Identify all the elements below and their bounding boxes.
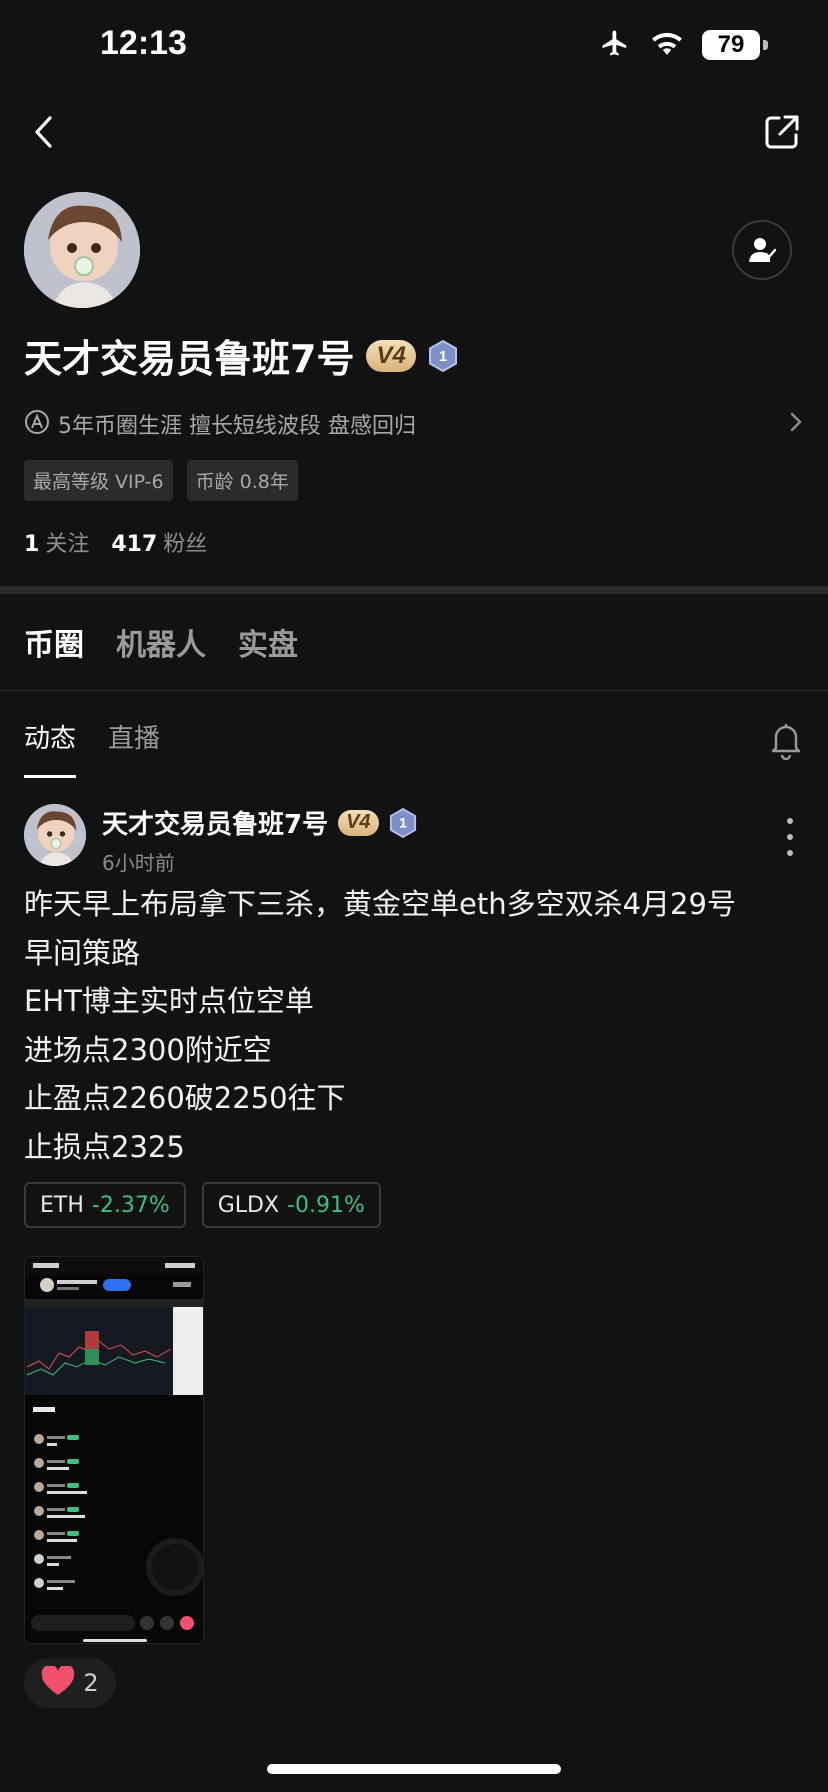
post-level-badge: V4	[338, 809, 379, 836]
tab-robot[interactable]: 机器人	[116, 620, 206, 664]
chevron-left-icon	[35, 116, 52, 148]
ticker-chips: ETH -2.37% GLDX -0.91%	[24, 1182, 381, 1228]
more-options-button[interactable]	[784, 818, 796, 856]
followers-stat[interactable]: 417 粉丝	[111, 526, 207, 558]
avatar[interactable]	[24, 192, 140, 308]
vip-level-tag: 最高等级 VIP-6	[24, 460, 173, 501]
section-divider	[0, 586, 828, 594]
tab-livestream[interactable]: 直播	[108, 718, 160, 778]
rank-badge-icon: 1	[428, 339, 458, 372]
share-icon	[765, 115, 799, 149]
bio-text: 5年币圈生涯 擅长短线波段 盘感回归	[58, 414, 416, 439]
more-dot	[787, 850, 793, 856]
wifi-icon	[650, 29, 684, 61]
post-text: 昨天早上布局拿下三杀，黄金空单eth多空双杀4月29号 早间策路 EHT博主实时…	[24, 880, 814, 1171]
post-header: 天才交易员鲁班7号 V4 1 6小时前	[102, 804, 417, 876]
main-tabs: 币圈 机器人 实盘	[24, 620, 298, 664]
post-author-avatar[interactable]	[24, 804, 86, 866]
bio-icon	[24, 409, 50, 439]
tab-feed[interactable]: 动态	[24, 718, 77, 778]
battery-tip	[763, 40, 768, 50]
profile-name-row: 天才交易员鲁班7号 V4 1	[24, 328, 458, 383]
rank-badge-number: 1	[439, 348, 447, 365]
battery-indicator: 79	[702, 30, 768, 60]
more-dot	[787, 834, 793, 840]
bell-icon	[771, 724, 801, 761]
tab-coin-circle[interactable]: 币圈	[24, 620, 84, 664]
like-button[interactable]: 2	[24, 1658, 116, 1708]
follow-button[interactable]	[732, 220, 792, 280]
sub-tabs: 动态 直播	[24, 718, 160, 778]
ticker-chip-gldx[interactable]: GLDX -0.91%	[201, 1182, 381, 1228]
coin-age-tag: 币龄 0.8年	[186, 460, 298, 501]
tab-live-trading[interactable]: 实盘	[238, 620, 298, 664]
level-badge: V4	[366, 339, 416, 372]
followers-label: 粉丝	[163, 532, 208, 557]
ticker-chip-eth[interactable]: ETH -2.37%	[24, 1182, 186, 1228]
profile-stats: 1 关注 417 粉丝	[24, 526, 207, 558]
tabs-divider	[0, 690, 828, 691]
post-time: 6小时前	[102, 851, 175, 875]
profile-name: 天才交易员鲁班7号	[24, 337, 355, 381]
following-label: 关注	[45, 532, 90, 557]
ticker-symbol: GLDX	[217, 1192, 280, 1218]
post-line: 进场点2300附近空	[24, 1032, 272, 1067]
post-line: EHT博主实时点位空单	[24, 984, 314, 1018]
screenshot-thumbnail	[25, 1257, 203, 1643]
post-image[interactable]	[24, 1256, 204, 1644]
following-count: 1	[24, 532, 40, 557]
user-check-icon	[749, 238, 777, 262]
notification-button[interactable]	[768, 720, 804, 761]
home-indicator[interactable]	[267, 1764, 561, 1774]
more-dot	[787, 818, 793, 824]
followers-count: 417	[111, 532, 158, 557]
status-icons: 79	[598, 28, 768, 62]
share-button[interactable]	[762, 112, 802, 152]
post-line: 昨天早上布局拿下三杀，黄金空单eth多空双杀4月29号	[24, 887, 736, 921]
status-time: 12:13	[100, 24, 187, 62]
ticker-symbol: ETH	[40, 1192, 84, 1218]
post-line: 早间策路	[24, 935, 141, 970]
ticker-change: -0.91%	[287, 1192, 365, 1218]
post-line: 止盈点2260破2250往下	[24, 1081, 346, 1115]
post-line: 止损点2325	[24, 1129, 185, 1164]
chevron-right-icon	[788, 411, 804, 437]
airplane-icon	[598, 28, 632, 62]
heart-icon	[41, 1664, 75, 1700]
bio-row[interactable]: 5年币圈生涯 擅长短线波段 盘感回归	[24, 408, 804, 440]
post-author-name[interactable]: 天才交易员鲁班7号	[102, 804, 328, 841]
following-stat[interactable]: 1 关注	[24, 526, 89, 558]
post-rank-badge-icon: 1	[389, 807, 417, 838]
like-count: 2	[83, 1669, 99, 1697]
profile-tags: 最高等级 VIP-6 币龄 0.8年	[24, 460, 298, 501]
back-button[interactable]	[24, 112, 64, 152]
ticker-change: -2.37%	[91, 1192, 170, 1218]
post-rank-badge-number: 1	[399, 814, 407, 830]
battery-level: 79	[702, 30, 760, 60]
